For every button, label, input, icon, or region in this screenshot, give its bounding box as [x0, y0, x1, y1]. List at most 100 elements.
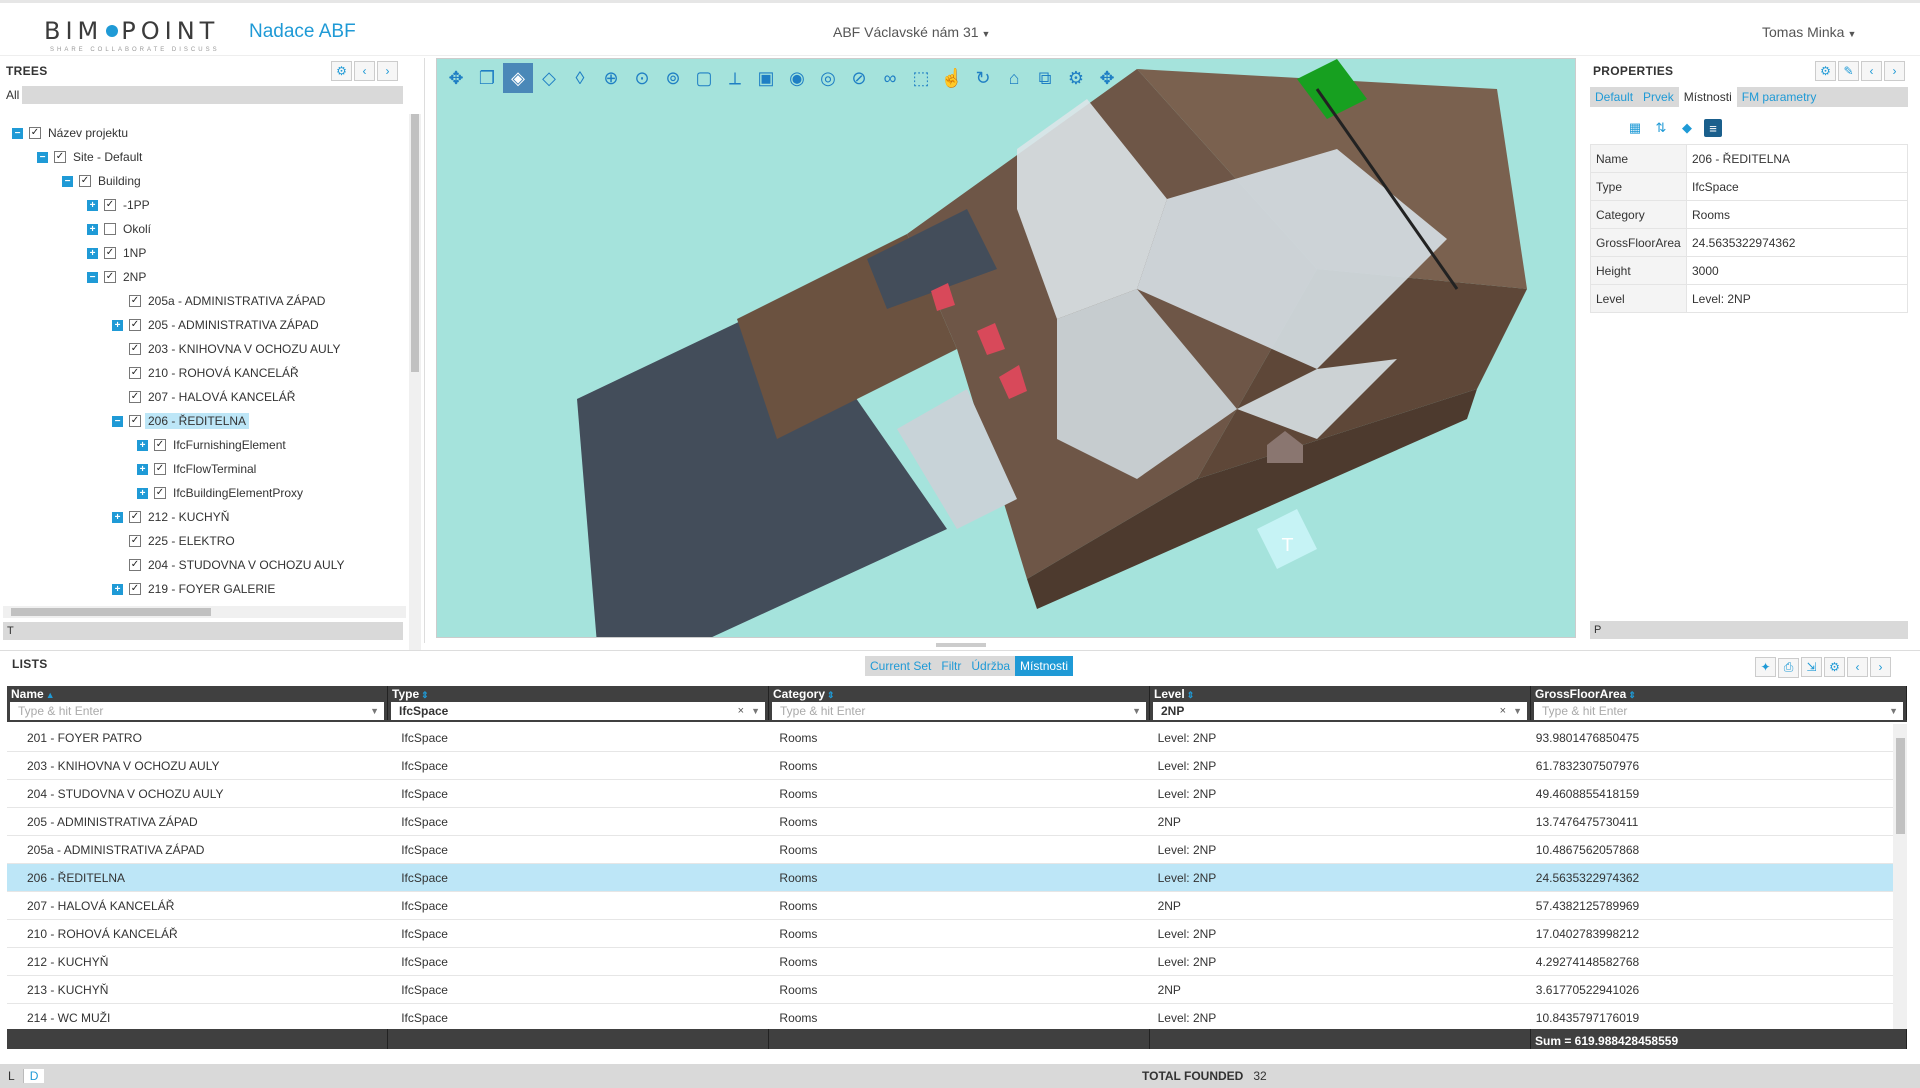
tree-node[interactable]: − ✓ 206 - ŘEDITELNA — [112, 412, 250, 430]
tree-node-label[interactable]: 225 - ELEKTRO — [148, 534, 235, 548]
chart-icon[interactable]: ≡ — [1704, 119, 1722, 137]
panel-splitter-handle[interactable] — [936, 643, 986, 647]
tab-properties-0[interactable]: Default — [1590, 87, 1638, 107]
chevron-down-icon[interactable]: ▼ — [370, 706, 379, 716]
chevron-down-icon[interactable]: ▼ — [1513, 706, 1522, 716]
visibility-checkbox[interactable]: ✓ — [129, 415, 141, 427]
tree-node[interactable]: + ✓ 212 - KUCHYŇ — [112, 508, 229, 526]
chevron-left-icon[interactable]: ‹ — [1861, 61, 1882, 81]
visibility-checkbox[interactable]: ✓ — [79, 175, 91, 187]
cube-solid-icon[interactable]: ◈ — [503, 63, 533, 93]
tree-node-label[interactable]: 212 - KUCHYŇ — [148, 510, 229, 524]
visibility-checkbox[interactable]: ✓ — [129, 295, 141, 307]
scrollbar-thumb[interactable] — [1896, 738, 1905, 834]
tree-node-label[interactable]: 205 - ADMINISTRATIVA ZÁPAD — [148, 318, 319, 332]
user-menu[interactable]: Tomas Minka ▼ — [1762, 24, 1856, 40]
visibility-checkbox[interactable]: ✓ — [129, 583, 141, 595]
tree-node-label[interactable]: 204 - STUDOVNA V OCHOZU AULY — [148, 558, 345, 572]
tag-icon[interactable]: ◆ — [1678, 119, 1696, 137]
collapse-icon[interactable]: − — [112, 415, 123, 427]
gear-icon[interactable]: ⚙ — [331, 61, 352, 81]
table-row[interactable]: 210 - ROHOVÁ KANCELÁŘ IfcSpace Rooms Level:… — [7, 920, 1893, 948]
tab-lists-2[interactable]: Údržba — [966, 656, 1015, 676]
visibility-checkbox[interactable]: ✓ — [54, 151, 66, 163]
table-row[interactable]: 205a - ADMINISTRATIVA ZÁPAD IfcSpace Rooms… — [7, 836, 1893, 864]
tab-lists-0[interactable]: Current Set — [865, 656, 936, 676]
grid-vertical-scrollbar[interactable] — [1893, 724, 1907, 1029]
expand-icon[interactable]: + — [112, 511, 123, 523]
table-row[interactable]: 201 - FOYER PATRO IfcSpace Rooms Level: 2NP… — [7, 724, 1893, 752]
tree-node[interactable]: + ✓ IfcFlowTerminal — [137, 460, 256, 478]
tree-node[interactable]: + ✓ 205 - ADMINISTRATIVA ZÁPAD — [112, 316, 319, 334]
status-tab-d[interactable]: D — [23, 1069, 45, 1083]
move-icon[interactable]: ✥ — [441, 63, 471, 93]
tree-node[interactable]: + ✓ 1NP — [87, 244, 146, 262]
pick-icon[interactable]: ☝ — [937, 63, 967, 93]
visibility-checkbox[interactable]: ✓ — [104, 199, 116, 211]
visibility-checkbox[interactable]: ✓ — [129, 535, 141, 547]
edit-icon[interactable]: ✎ — [1838, 61, 1859, 81]
visibility-checkbox[interactable]: ✓ — [29, 127, 41, 139]
chevron-left-icon[interactable]: ‹ — [1847, 657, 1868, 677]
table-row[interactable]: 214 - WC MUŽI IfcSpace Rooms Level: 2NP 10.8… — [7, 1004, 1893, 1029]
sort-icon[interactable]: ⇕ — [421, 690, 429, 700]
sort-icon[interactable]: ⇕ — [827, 690, 835, 700]
collapse-icon[interactable]: − — [62, 175, 73, 187]
chevron-right-icon[interactable]: › — [1884, 61, 1905, 81]
visibility-checkbox[interactable]: ✓ — [104, 247, 116, 259]
filter-input[interactable]: IfcSpace × ▼ — [391, 702, 765, 720]
collapse-icon[interactable]: − — [12, 127, 23, 139]
tree-node-label[interactable]: Název projektu — [48, 126, 128, 140]
home-icon[interactable]: ⌂ — [999, 63, 1029, 93]
expand-icon[interactable]: + — [87, 223, 98, 235]
project-selector[interactable]: ABF Václavské nám 31 ▼ — [833, 24, 990, 40]
tree-node[interactable]: ✓ 203 - KNIHOVNA V OCHOZU AULY — [112, 340, 341, 358]
visibility-checkbox[interactable]: ✓ — [129, 391, 141, 403]
group-view-icon[interactable]: ▦ — [1626, 119, 1644, 137]
tree-node-label[interactable]: 207 - HALOVÁ KANCELÁŘ — [148, 390, 295, 404]
cube-section-icon[interactable]: ◊ — [565, 63, 595, 93]
filter-input[interactable]: 2NP × ▼ — [1153, 702, 1527, 720]
tree-node-label[interactable]: Okolí — [123, 222, 151, 236]
collapse-icon[interactable]: − — [37, 151, 48, 163]
box-icon[interactable]: ⬚ — [906, 63, 936, 93]
scrollbar-thumb[interactable] — [11, 608, 211, 616]
eye-hide-icon[interactable]: ⊘ — [844, 63, 874, 93]
column-header[interactable]: Type ⇕ — [388, 686, 769, 702]
property-value[interactable]: IfcSpace — [1686, 172, 1908, 201]
eye-icon[interactable]: ◉ — [782, 63, 812, 93]
view-front-icon[interactable]: ▢ — [689, 63, 719, 93]
tree-node[interactable]: ✓ 207 - HALOVÁ KANCELÁŘ — [112, 388, 295, 406]
tree-node[interactable]: ✓ 210 - ROHOVÁ KANCELÁŘ — [112, 364, 299, 382]
chevron-left-icon[interactable]: ‹ — [354, 61, 375, 81]
collapse-icon[interactable]: − — [87, 271, 98, 283]
sort-icon[interactable]: ⇕ — [1628, 690, 1636, 700]
table-row[interactable]: 213 - KUCHYŇ IfcSpace Rooms 2NP 3.6177052294… — [7, 976, 1893, 1004]
tree-node-label[interactable]: 1NP — [123, 246, 146, 260]
tree-node[interactable]: + Okolí — [87, 220, 151, 238]
bimpoint-logo[interactable]: BIM POINT SHARE COLLABORATE DISCUSS — [44, 17, 220, 53]
tab-all[interactable]: All — [3, 86, 23, 104]
chevron-down-icon[interactable]: ▼ — [1889, 706, 1898, 716]
property-value[interactable]: 3000 — [1686, 256, 1908, 285]
sort-icon[interactable]: ▲ — [46, 690, 55, 700]
clear-filter-icon[interactable]: × — [738, 705, 744, 717]
sort-icon[interactable]: ⇕ — [1187, 690, 1195, 700]
expand-icon[interactable]: + — [112, 583, 123, 595]
table-row[interactable]: 203 - KNIHOVNA V OCHOZU AULY IfcSpace Room… — [7, 752, 1893, 780]
expand-icon[interactable]: + — [137, 487, 148, 499]
property-value[interactable]: 24.5635322974362 — [1686, 228, 1908, 257]
tree-node-label[interactable]: 219 - FOYER GALERIE — [148, 582, 275, 596]
tree-node-label[interactable]: 206 - ŘEDITELNA — [145, 413, 250, 429]
tree-node[interactable]: + ✓ -1PP — [87, 196, 150, 214]
tree-node-label[interactable]: 210 - ROHOVÁ KANCELÁŘ — [148, 366, 299, 380]
tree-node-label[interactable]: -1PP — [123, 198, 150, 212]
cube-wire-icon[interactable]: ◇ — [534, 63, 564, 93]
chevron-down-icon[interactable]: ▼ — [1132, 706, 1141, 716]
tree-vertical-scrollbar[interactable] — [409, 114, 421, 660]
glasses-icon[interactable]: ∞ — [875, 63, 905, 93]
filter-input[interactable]: Type & hit Enter ▼ — [772, 702, 1146, 720]
chevron-down-icon[interactable]: ▼ — [751, 706, 760, 716]
tree-node-label[interactable]: Building — [98, 174, 141, 188]
visibility-checkbox[interactable]: ✓ — [154, 487, 166, 499]
